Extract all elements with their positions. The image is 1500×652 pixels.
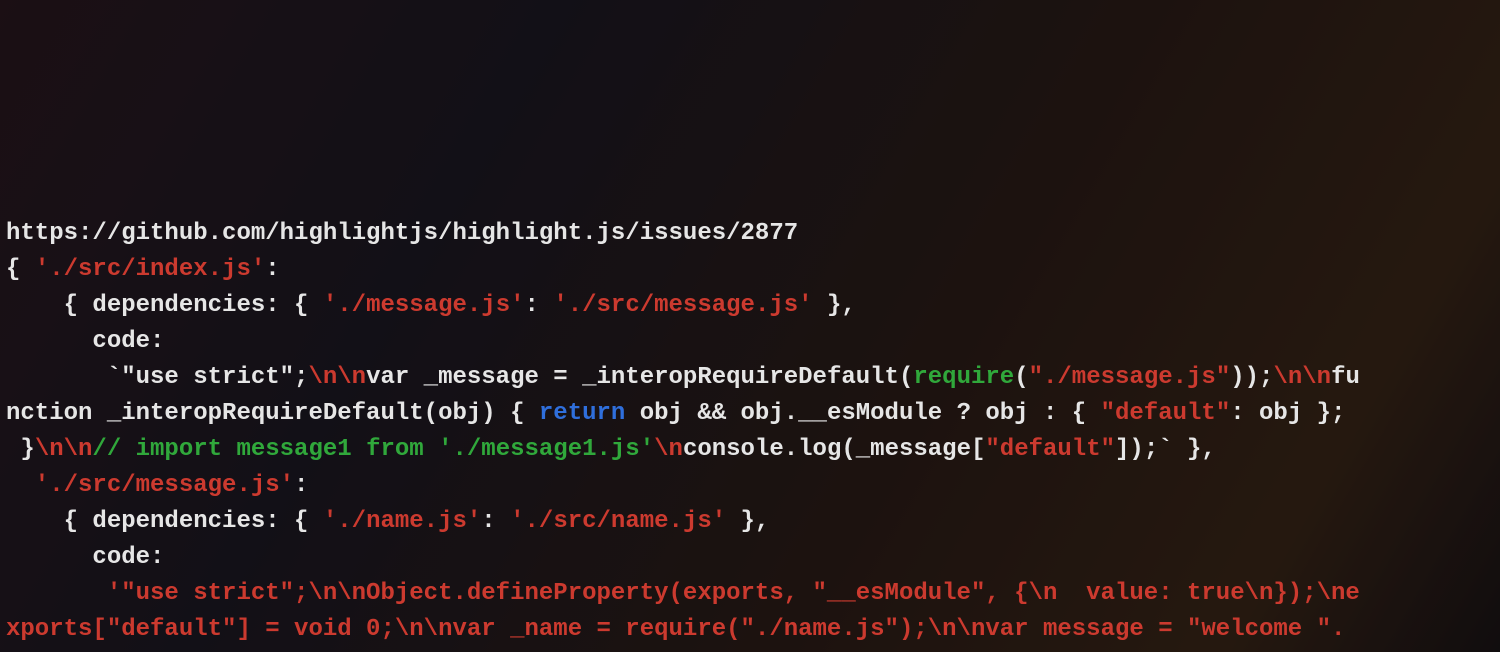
code-body: `"use strict"; [6,364,308,391]
return-keyword: return [539,400,625,427]
dep-key: './message.js' [323,292,525,319]
code-string: '"use strict";\n\nObject.defineProperty(… [6,580,1360,607]
entry-key-message: './src/message.js' [6,472,294,499]
code-label: code: [6,328,164,355]
deps-open: { dependencies: { [6,508,323,535]
deps-open: { dependencies: { [6,292,323,319]
object-open: { [6,256,35,283]
dep-key: './name.js' [323,508,481,535]
code-comment: // import message1 from './message1.js' [92,436,654,463]
code-label: code: [6,544,164,571]
url-line: https://github.com/highlightjs/highlight… [6,220,798,247]
require-keyword: require [913,364,1014,391]
entry-key-index: './src/index.js' [35,256,265,283]
terminal-output: https://github.com/highlightjs/highlight… [0,180,1500,652]
dep-val: './src/message.js' [553,292,812,319]
dep-val: './src/name.js' [510,508,726,535]
